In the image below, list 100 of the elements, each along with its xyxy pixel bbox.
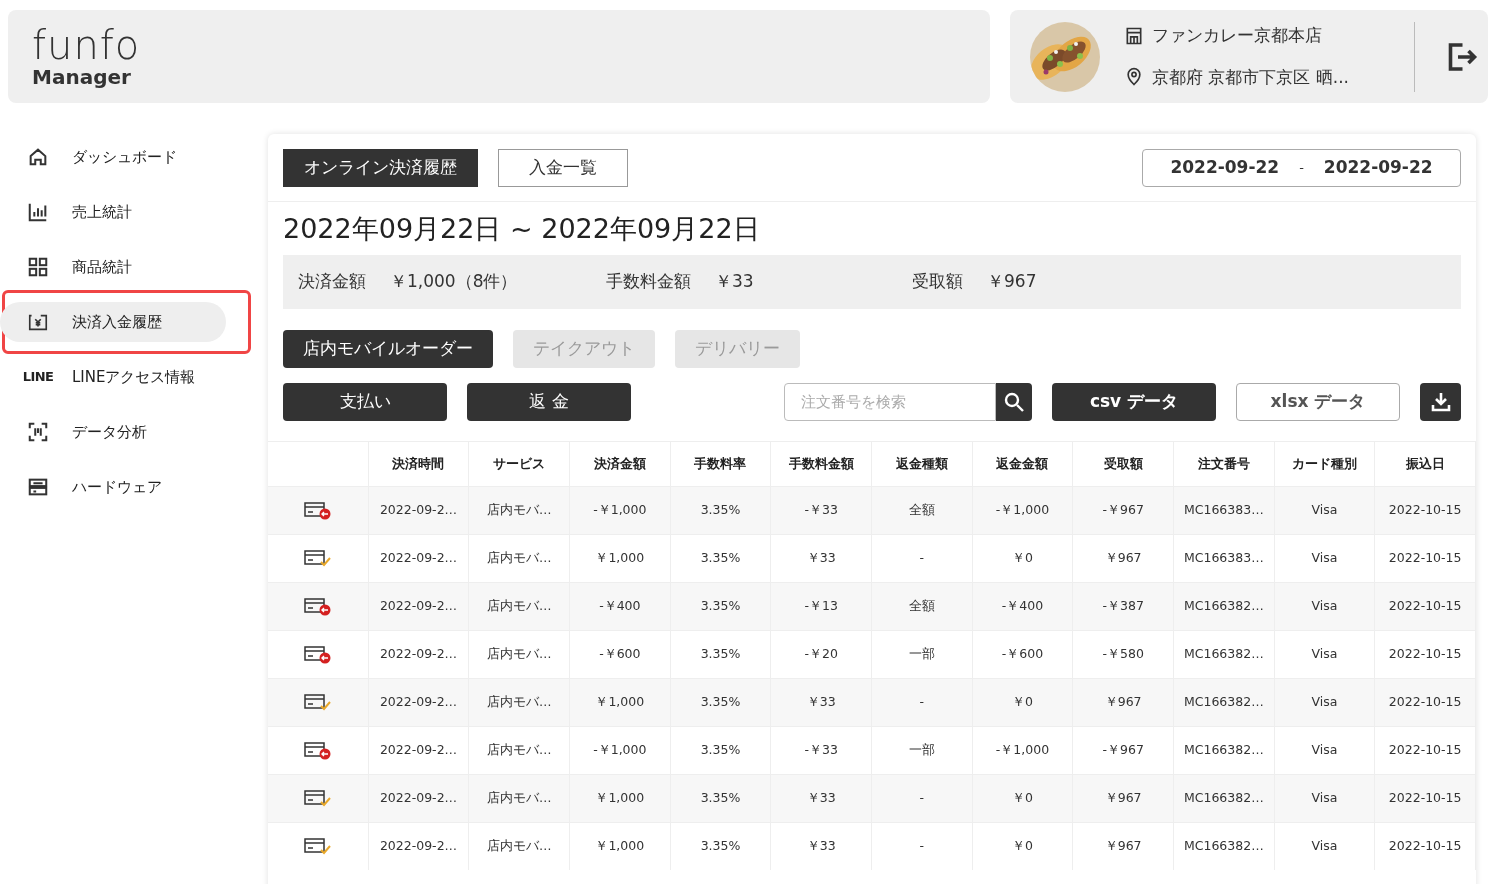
table-cell: 店内モバ… [486,693,552,712]
table-cell: Visa [1311,645,1338,664]
table-cell: -￥20 [804,645,838,664]
type-button[interactable]: 返 金 [467,383,631,421]
table-cell: -￥600 [599,645,641,664]
table-cell: -￥967 [1102,501,1144,520]
table-cell: ￥967 [1104,549,1142,568]
table-cell: 店内モバ… [486,549,552,568]
table-cell: 店内モバ… [486,645,552,664]
tab[interactable]: 入金一覧 [498,148,628,187]
table-cell: MC166382… [1183,741,1264,760]
date-range-field[interactable]: 2022-09-22 - 2022-09-22 [1142,148,1461,187]
column-header: 受取額 [1103,455,1143,474]
table-cell: ￥0 [1012,789,1033,808]
table-cell: ￥1,000 [595,837,645,856]
grid-icon [27,256,49,278]
search-icon [1002,390,1026,414]
table-cell: 全額 [908,501,935,520]
table-cell: MC166382… [1183,693,1264,712]
table-cell: ￥33 [806,693,836,712]
table-cell: 3.35% [700,789,741,808]
table-cell: ￥0 [1012,549,1033,568]
line-logo-icon: LINE [22,367,54,387]
table-cell: 3.35% [700,501,741,520]
hardware-icon [27,476,49,498]
card-check-icon [303,549,332,568]
table-cell: - [919,789,925,808]
table-cell: ￥1,000 [595,693,645,712]
table-cell: Visa [1311,789,1338,808]
table-cell: 3.35% [700,549,741,568]
period-title: 2022年09月22日 ~ 2022年09月22日 [283,212,760,246]
service-filter[interactable]: 店内モバイルオーダー [283,330,493,368]
column-header: 手数料率 [694,455,747,474]
table-cell: -￥1,000 [995,741,1050,760]
bar-chart-icon [27,201,49,223]
column-header: 返金金額 [996,455,1049,474]
table-cell: 全額 [908,597,935,616]
column-header: 手数料金額 [788,455,854,474]
sidebar-item[interactable]: LINE LINEアクセス情報 [0,357,226,397]
table-cell: -￥1,000 [995,501,1050,520]
table-cell: 店内モバ… [486,741,552,760]
table-cell: 3.35% [700,837,741,856]
summary-value: ￥1,000（8件） [390,270,518,294]
column-header: 返金種類 [895,455,948,474]
table-cell: -￥400 [599,597,641,616]
table-cell: 3.35% [700,645,741,664]
table-cell: Visa [1311,501,1338,520]
table-cell: 2022-10-15 [1388,549,1462,568]
type-button[interactable]: 支払い [283,383,447,421]
table-cell: - [919,693,925,712]
table-cell: 一部 [908,741,935,760]
table-cell: 2022-10-15 [1388,789,1462,808]
card-check-icon [303,837,332,856]
home-icon [27,146,49,168]
table-cell: Visa [1311,741,1338,760]
sidebar-item[interactable]: 商品統計 [0,247,226,287]
table-cell: 2022-09-2… [379,501,458,520]
column-header: カード種別 [1292,455,1357,474]
table-cell: MC166382… [1183,837,1264,856]
table-cell: 店内モバ… [486,597,552,616]
card-refund-icon [303,597,332,616]
sidebar-item[interactable]: 売上統計 [0,192,226,232]
table-cell: Visa [1311,693,1338,712]
table-cell: 2022-10-15 [1388,645,1462,664]
summary-value: ￥967 [987,270,1037,294]
table-cell: Visa [1311,549,1338,568]
export-button[interactable]: csv データ [1052,383,1216,421]
table-cell: ￥33 [806,549,836,568]
sidebar-item[interactable]: データ分析 [0,412,226,452]
table-cell: -￥1,000 [593,501,647,520]
column-header: 注文番号 [1197,455,1250,474]
table-cell: ￥967 [1104,693,1142,712]
sidebar-item[interactable]: ハードウェア [0,467,226,507]
table-cell: MC166383… [1183,549,1264,568]
table-cell: -￥33 [804,741,838,760]
table-cell: -￥1,000 [593,741,647,760]
table-cell: 2022-10-15 [1388,741,1462,760]
search-button[interactable] [996,383,1032,421]
table-cell: 2022-09-2… [379,789,458,808]
sidebar-item[interactable]: ダッシュボード [0,137,226,177]
table-cell: 2022-10-15 [1388,501,1462,520]
brand-logo: funfo [32,24,141,65]
table-cell: 2022-09-2… [379,837,458,856]
tab[interactable]: オンライン決済履歴 [283,148,478,187]
table-cell: 2022-09-2… [379,549,458,568]
download-button[interactable] [1420,383,1461,421]
table-cell: 店内モバ… [486,837,552,856]
sidebar-item[interactable]: 決済入金履歴 [0,302,226,342]
export-button[interactable]: xlsx データ [1236,383,1400,421]
search-field[interactable]: 注文番号を検索 [784,383,996,421]
column-header: 決済金額 [593,455,646,474]
column-header: 決済時間 [392,455,445,474]
table-cell: 3.35% [700,693,741,712]
summary-label: 受取額 [912,270,963,294]
card-refund-icon [303,741,332,760]
shop-name: ファンカレー京都本店 [1152,24,1322,47]
column-header: サービス [493,455,546,474]
card-check-icon [303,693,332,712]
table-cell: 2022-09-2… [379,693,458,712]
table-cell: Visa [1311,837,1338,856]
